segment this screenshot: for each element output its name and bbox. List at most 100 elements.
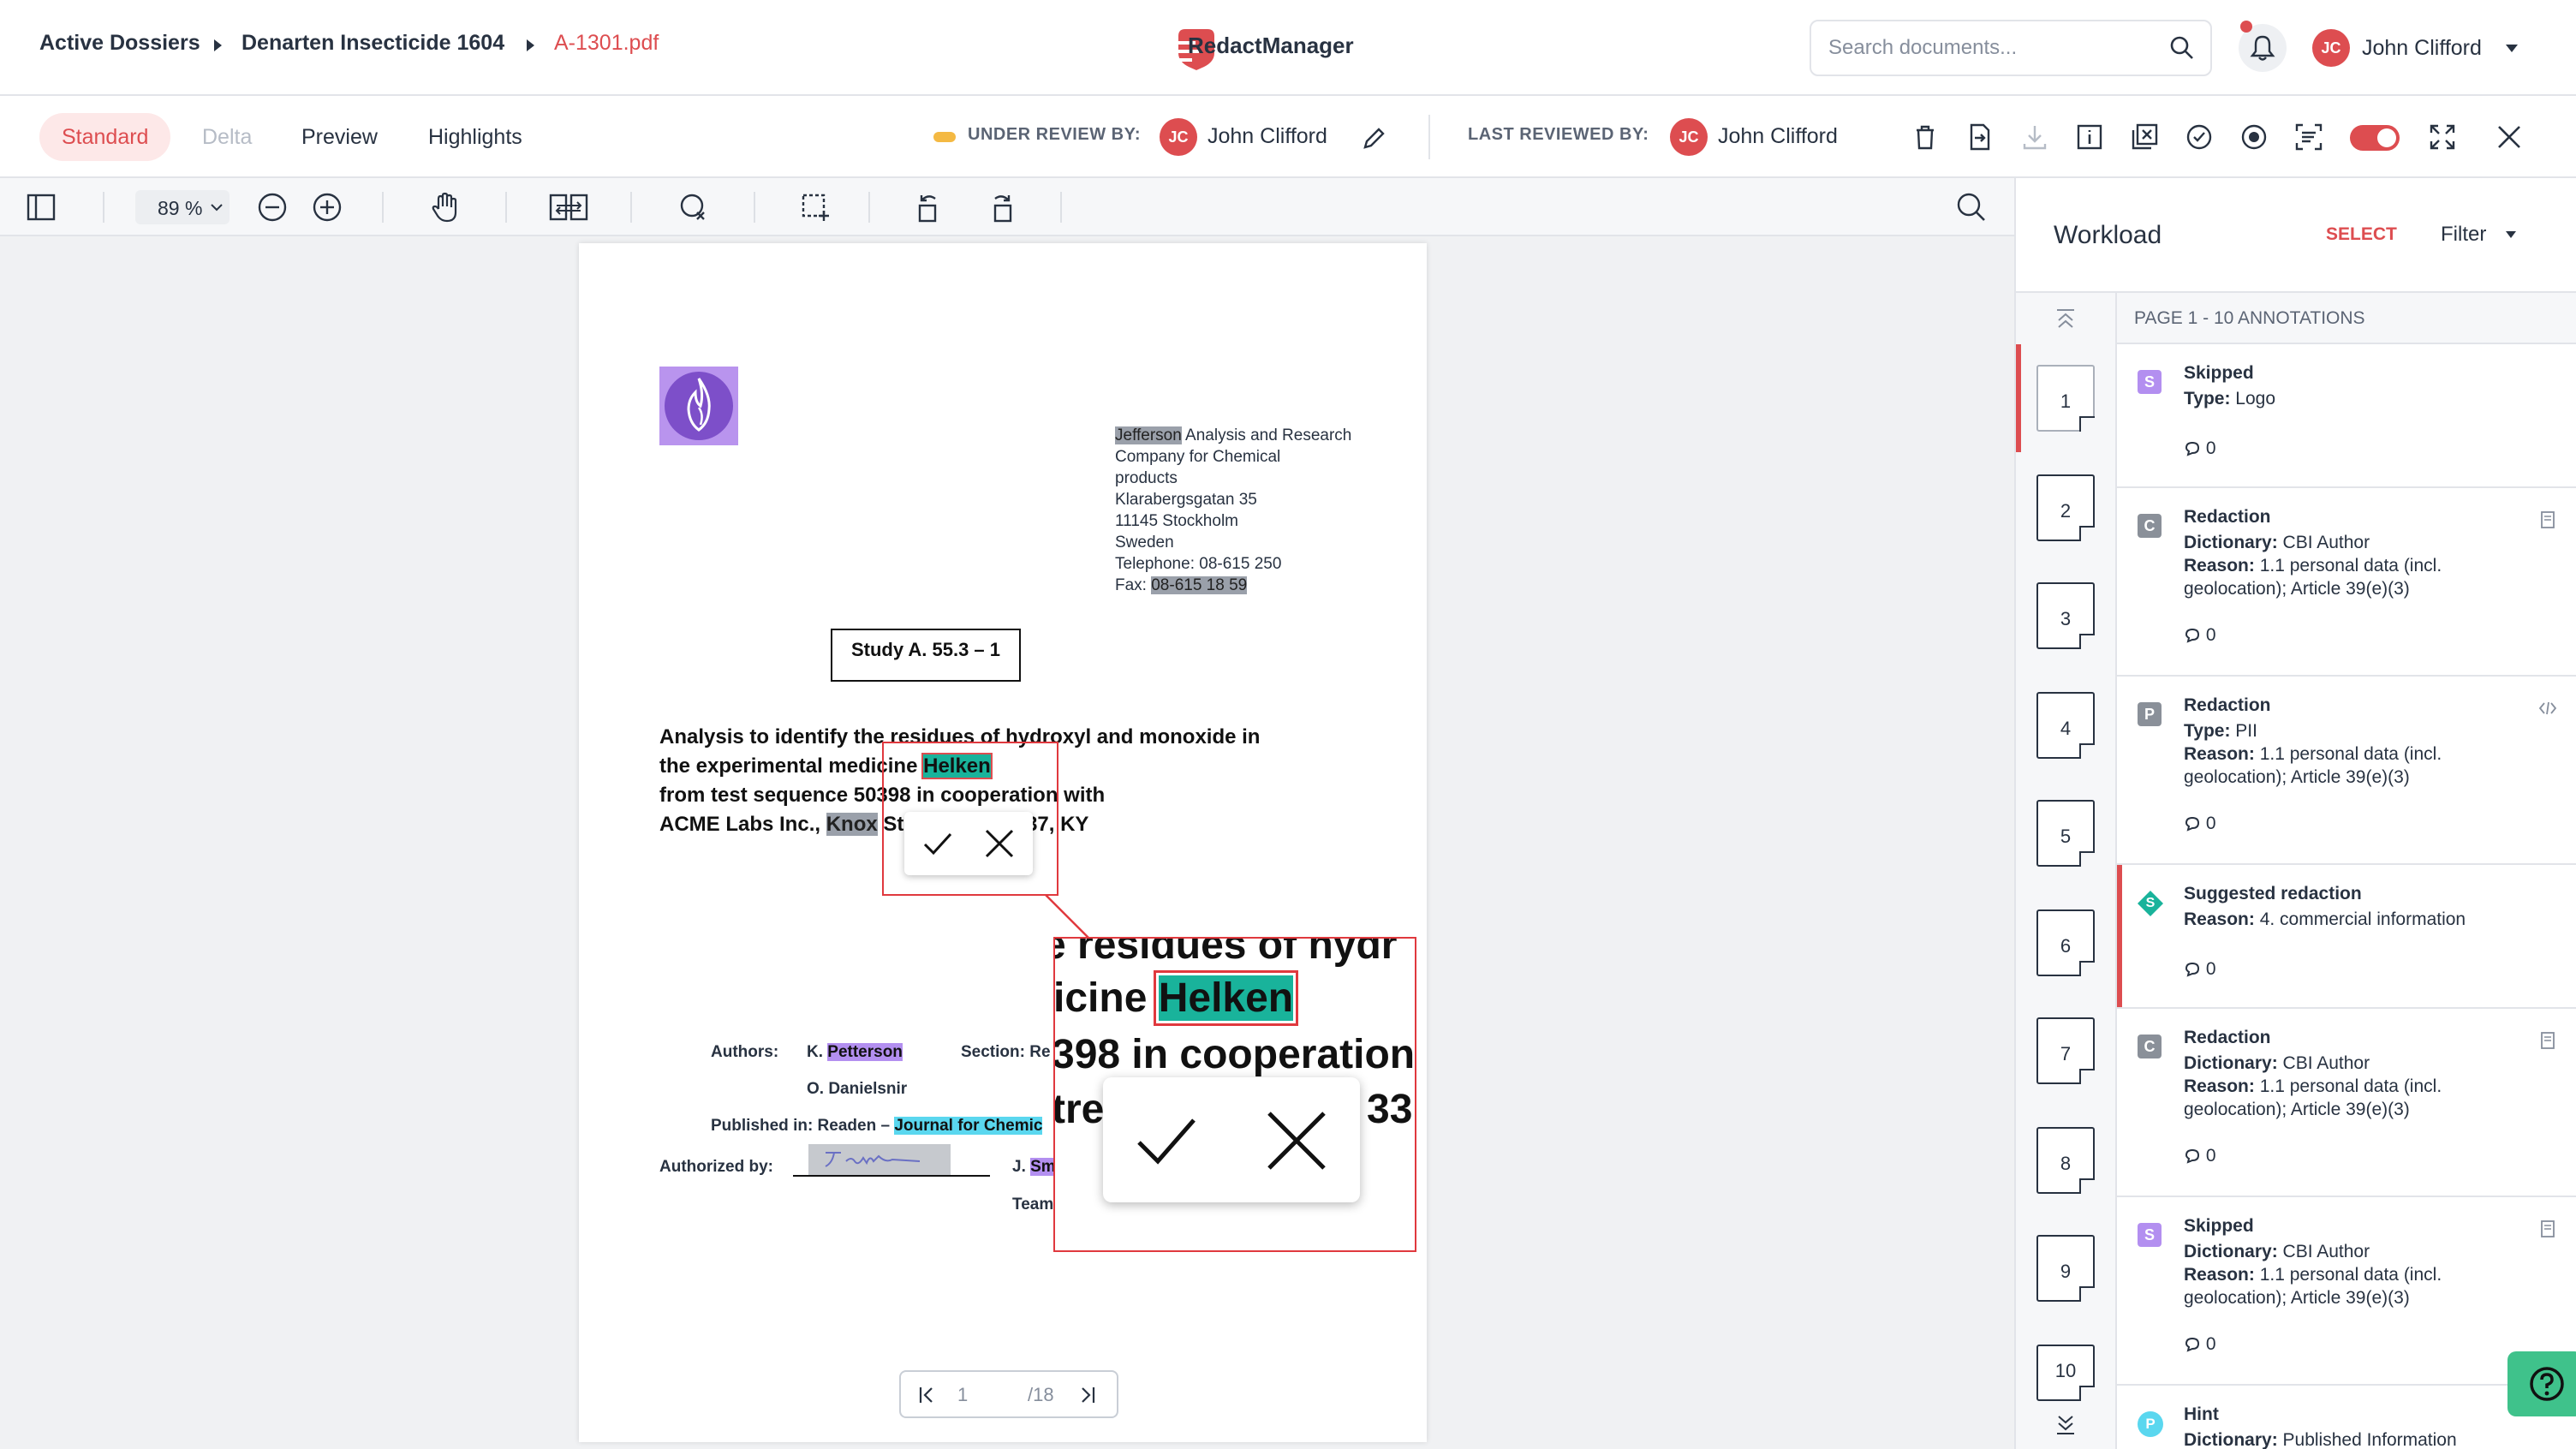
- comment-count[interactable]: 0: [2184, 1146, 2216, 1166]
- breadcrumb-file: A-1301.pdf: [554, 31, 659, 55]
- redaction-highlight[interactable]: Jefferson: [1115, 426, 1182, 444]
- page-thumbnail-9[interactable]: 9: [2036, 1235, 2095, 1302]
- document-search-icon[interactable]: [1954, 190, 1989, 224]
- breadcrumb-dossier[interactable]: Denarten Insecticide 1604: [242, 31, 504, 56]
- select-button[interactable]: SELECT: [2326, 224, 2397, 245]
- file-export-icon[interactable]: [1965, 122, 1995, 152]
- author-2: O. Danielsnir: [807, 1080, 908, 1098]
- breadcrumb-active-dossiers[interactable]: Active Dossiers: [39, 31, 200, 56]
- page-thumbnail-8[interactable]: 8: [2036, 1127, 2095, 1194]
- company-address-line: 11145 Stockholm: [1115, 512, 1238, 530]
- current-page-input[interactable]: 1: [957, 1384, 968, 1406]
- skipped-badge: S: [2138, 1223, 2162, 1247]
- divider: [382, 192, 384, 223]
- comment-count[interactable]: 0: [2184, 814, 2216, 834]
- dictionary-icon[interactable]: [2538, 510, 2557, 529]
- page-thumbnail-6[interactable]: 6: [2036, 909, 2095, 976]
- ocr-scan-icon[interactable]: [2293, 122, 2324, 152]
- scroll-top-icon[interactable]: [2054, 307, 2078, 331]
- signature-image[interactable]: [808, 1144, 951, 1175]
- comment-count[interactable]: 0: [2184, 438, 2216, 459]
- search-icon[interactable]: [2169, 35, 2195, 61]
- code-icon[interactable]: [2538, 699, 2557, 718]
- annotation-item-active[interactable]: S Suggested redaction Reason: 4. commerc…: [2117, 865, 2576, 1009]
- delete-icon[interactable]: [1910, 122, 1941, 152]
- redaction-highlight[interactable]: Petterson: [827, 1043, 903, 1061]
- record-icon[interactable]: [2239, 122, 2269, 152]
- rotate-right-icon[interactable]: [983, 190, 1017, 224]
- tab-standard[interactable]: Standard: [39, 113, 171, 161]
- last-page-icon[interactable]: [1077, 1386, 1096, 1404]
- annotation-title: Redaction: [2184, 507, 2271, 527]
- search-replace-icon[interactable]: [677, 190, 711, 224]
- page-thumbnail-5[interactable]: 5: [2036, 800, 2095, 867]
- user-menu[interactable]: JC John Clifford: [2312, 27, 2552, 69]
- annotation-list: PAGE 1 - 10 ANNOTATIONS S Skipped Type: …: [2117, 293, 2576, 1449]
- fullscreen-icon[interactable]: [2427, 122, 2458, 152]
- page-thumbnail-4[interactable]: 4: [2036, 692, 2095, 759]
- author-1: K. Petterson: [807, 1043, 903, 1061]
- reviewer-name[interactable]: John Clifford: [1208, 124, 1327, 149]
- rotate-left-icon[interactable]: [913, 190, 947, 224]
- annotation-item[interactable]: S Skipped Type: Logo 0: [2117, 344, 2576, 488]
- zoom-select[interactable]: 89 %: [135, 190, 230, 224]
- annotation-item[interactable]: C Redaction Dictionary: CBI Author Reaso…: [2117, 488, 2576, 677]
- document-info-icon[interactable]: [2074, 122, 2105, 152]
- zoom-in-icon[interactable]: [310, 190, 344, 224]
- annotation-detail: Reason: 4. commercial information: [2184, 909, 2466, 929]
- zoom-text-line: tre: [1053, 1087, 1105, 1132]
- accept-check-icon[interactable]: [921, 827, 954, 860]
- page-thumbnail-7[interactable]: 7: [2036, 1017, 2095, 1084]
- company-logo[interactable]: [659, 367, 738, 445]
- comment-count[interactable]: 0: [2184, 625, 2216, 646]
- reject-x-icon[interactable]: [983, 827, 1016, 860]
- first-page-icon[interactable]: [918, 1386, 937, 1404]
- zoom-text-line: 398 in cooperation: [1053, 1032, 1416, 1077]
- page-thumbnail-2[interactable]: 2: [2036, 474, 2095, 541]
- comment-count[interactable]: 0: [2184, 1334, 2216, 1355]
- pan-hand-icon[interactable]: [428, 190, 462, 224]
- close-icon[interactable]: [2494, 122, 2525, 152]
- accept-check-icon[interactable]: [1134, 1108, 1199, 1173]
- tab-highlights[interactable]: Highlights: [406, 113, 545, 161]
- approve-icon[interactable]: [2184, 122, 2215, 152]
- annotation-action-popover: [904, 812, 1033, 875]
- zoomed-selected-redaction[interactable]: Helken: [1153, 970, 1299, 1026]
- hint-highlight[interactable]: Journal for Chemic: [894, 1117, 1043, 1135]
- zoom-text-line: 33: [1367, 1087, 1413, 1132]
- dictionary-icon[interactable]: [2538, 1031, 2557, 1050]
- search-box[interactable]: [1810, 20, 2212, 76]
- study-title: Study A. 55.3 – 1: [850, 639, 1001, 660]
- filter-button[interactable]: Filter: [2441, 223, 2486, 247]
- file-toolbar: Standard Delta Preview Highlights UNDER …: [0, 96, 2576, 178]
- annotation-title: Hint: [2184, 1404, 2219, 1424]
- reject-x-icon[interactable]: [1264, 1108, 1329, 1173]
- under-review-label: UNDER REVIEW BY:: [968, 125, 1142, 144]
- comment-count[interactable]: 0: [2184, 959, 2216, 980]
- page-thumbnail-3[interactable]: 3: [2036, 582, 2095, 649]
- zoom-out-icon[interactable]: [255, 190, 289, 224]
- cbi-badge: C: [2138, 514, 2162, 538]
- divider: [754, 192, 755, 223]
- annotation-item[interactable]: C Redaction Dictionary: CBI Author Reaso…: [2117, 1009, 2576, 1197]
- page-thumbnail-1[interactable]: 1: [2036, 365, 2095, 432]
- search-input[interactable]: [1828, 33, 2154, 63]
- compare-icon[interactable]: [548, 190, 589, 224]
- toggle-switch[interactable]: [2350, 125, 2400, 151]
- signature-scribble-icon: [825, 1152, 921, 1167]
- notifications-button[interactable]: [2239, 21, 2287, 72]
- user-name: John Clifford: [2362, 36, 2482, 60]
- redaction-highlight[interactable]: 08-615 18 59: [1151, 576, 1248, 594]
- help-button[interactable]: [2507, 1351, 2576, 1416]
- rectangle-select-icon[interactable]: [798, 190, 832, 224]
- exclude-pages-icon[interactable]: [2129, 122, 2160, 152]
- tab-preview[interactable]: Preview: [279, 113, 400, 161]
- annotation-item[interactable]: P Redaction Type: PII Reason: 1.1 person…: [2117, 677, 2576, 865]
- sidebar-toggle-icon[interactable]: [24, 190, 58, 224]
- edit-reviewer-icon[interactable]: [1362, 125, 1387, 151]
- annotation-detail: geolocation); Article 39(e)(3): [2184, 1288, 2410, 1308]
- scroll-bottom-icon[interactable]: [2054, 1413, 2078, 1437]
- dictionary-icon[interactable]: [2538, 1219, 2557, 1238]
- redaction-highlight[interactable]: Knox: [826, 813, 878, 836]
- page-thumbnail-10[interactable]: 10: [2036, 1345, 2095, 1401]
